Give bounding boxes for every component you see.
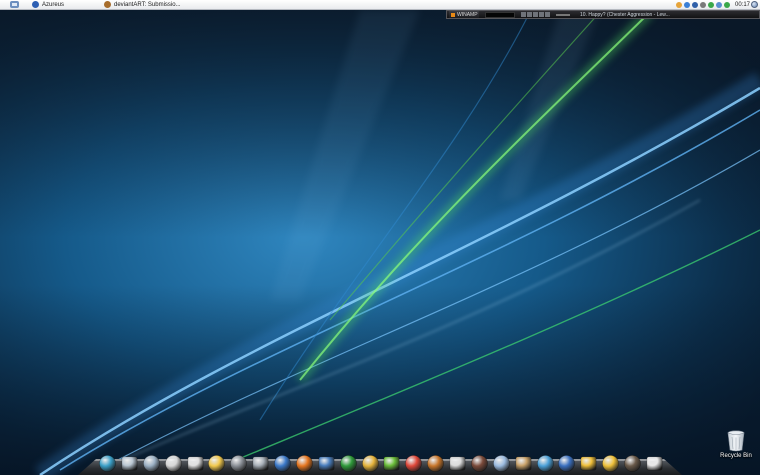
- desktop-icon[interactable]: [98, 454, 117, 473]
- downloads-folder-icon[interactable]: [142, 454, 161, 473]
- tray-app-icon[interactable]: [699, 1, 706, 8]
- recycle-bin-label: Recycle Bin: [720, 453, 752, 459]
- game-5-icon[interactable]: [601, 454, 620, 473]
- taskbar-item-label: deviantART: Submissio...: [114, 1, 181, 8]
- dock: [98, 451, 664, 473]
- usb-drive-icon[interactable]: [164, 454, 183, 473]
- taskbar-item-azureus[interactable]: Azureus: [32, 0, 64, 9]
- desktop-wallpaper: [0, 0, 760, 475]
- xfire-icon[interactable]: [557, 454, 576, 473]
- keys-icon[interactable]: [579, 454, 598, 473]
- stop-icon[interactable]: [539, 12, 544, 17]
- next-icon[interactable]: [545, 12, 550, 17]
- tray-app-icon[interactable]: [683, 1, 690, 8]
- pause-icon[interactable]: [533, 12, 538, 17]
- tray-app-icon[interactable]: [691, 1, 698, 8]
- show-desktop-button[interactable]: [751, 1, 758, 8]
- thunderbird-icon[interactable]: [317, 454, 336, 473]
- recycle-bin[interactable]: Recycle Bin: [716, 430, 756, 464]
- itunes-icon[interactable]: [470, 454, 489, 473]
- start-button[interactable]: [2, 0, 26, 9]
- tray-app-icon[interactable]: [707, 1, 714, 8]
- taskbar-item-deviantart[interactable]: deviantART: Submissio...: [104, 0, 181, 9]
- network-icon[interactable]: [536, 454, 555, 473]
- coliseum-icon[interactable]: [514, 454, 533, 473]
- winamp-logo-label: WINAMP: [457, 11, 478, 18]
- pin-icon[interactable]: [186, 454, 205, 473]
- globe-ie-icon[interactable]: [273, 454, 292, 473]
- pencil-icon[interactable]: [361, 454, 380, 473]
- start-orb-icon: [9, 1, 19, 8]
- now-playing-title: 10. Happy? (Chester Aggression - Lew...: [580, 11, 670, 18]
- harddrive-icon[interactable]: [251, 454, 270, 473]
- play-icon[interactable]: [527, 12, 532, 17]
- winamp-logo[interactable]: WINAMP: [449, 11, 479, 18]
- volume-slider[interactable]: [556, 13, 570, 16]
- winamp-visualizer: [485, 11, 515, 18]
- warrior-game-icon[interactable]: [623, 454, 642, 473]
- clock[interactable]: 00:17: [735, 2, 750, 8]
- azureus-frog-icon: [32, 1, 39, 8]
- paint-icon[interactable]: [448, 454, 467, 473]
- system-tray: 00:17: [675, 0, 750, 9]
- media-player-icon[interactable]: [404, 454, 423, 473]
- volume-icon[interactable]: [723, 1, 730, 8]
- msn-messenger-icon[interactable]: [382, 454, 401, 473]
- taskbar: Azureus deviantART: Submissio... 00:17: [0, 0, 760, 10]
- webcam-icon[interactable]: [229, 454, 248, 473]
- deviantart-icon: [104, 1, 111, 8]
- recycle-bin-icon: [727, 430, 745, 452]
- clock-icon[interactable]: [645, 454, 664, 473]
- tray-app-icon[interactable]: [675, 1, 682, 8]
- winamp-controls: [521, 12, 550, 17]
- utorrent-icon[interactable]: [339, 454, 358, 473]
- winamp-bolt-icon[interactable]: [492, 454, 511, 473]
- taskbar-item-label: Azureus: [42, 1, 65, 8]
- folder-icon[interactable]: [120, 454, 139, 473]
- firefox-icon[interactable]: [295, 454, 314, 473]
- network-icon[interactable]: [715, 1, 722, 8]
- folder-yellow-icon[interactable]: [207, 454, 226, 473]
- previous-icon[interactable]: [521, 12, 526, 17]
- guitar-icon[interactable]: [426, 454, 445, 473]
- winamp-bar: WINAMP 10. Happy? (Chester Aggression - …: [446, 10, 760, 19]
- winamp-logo-icon: [451, 12, 455, 17]
